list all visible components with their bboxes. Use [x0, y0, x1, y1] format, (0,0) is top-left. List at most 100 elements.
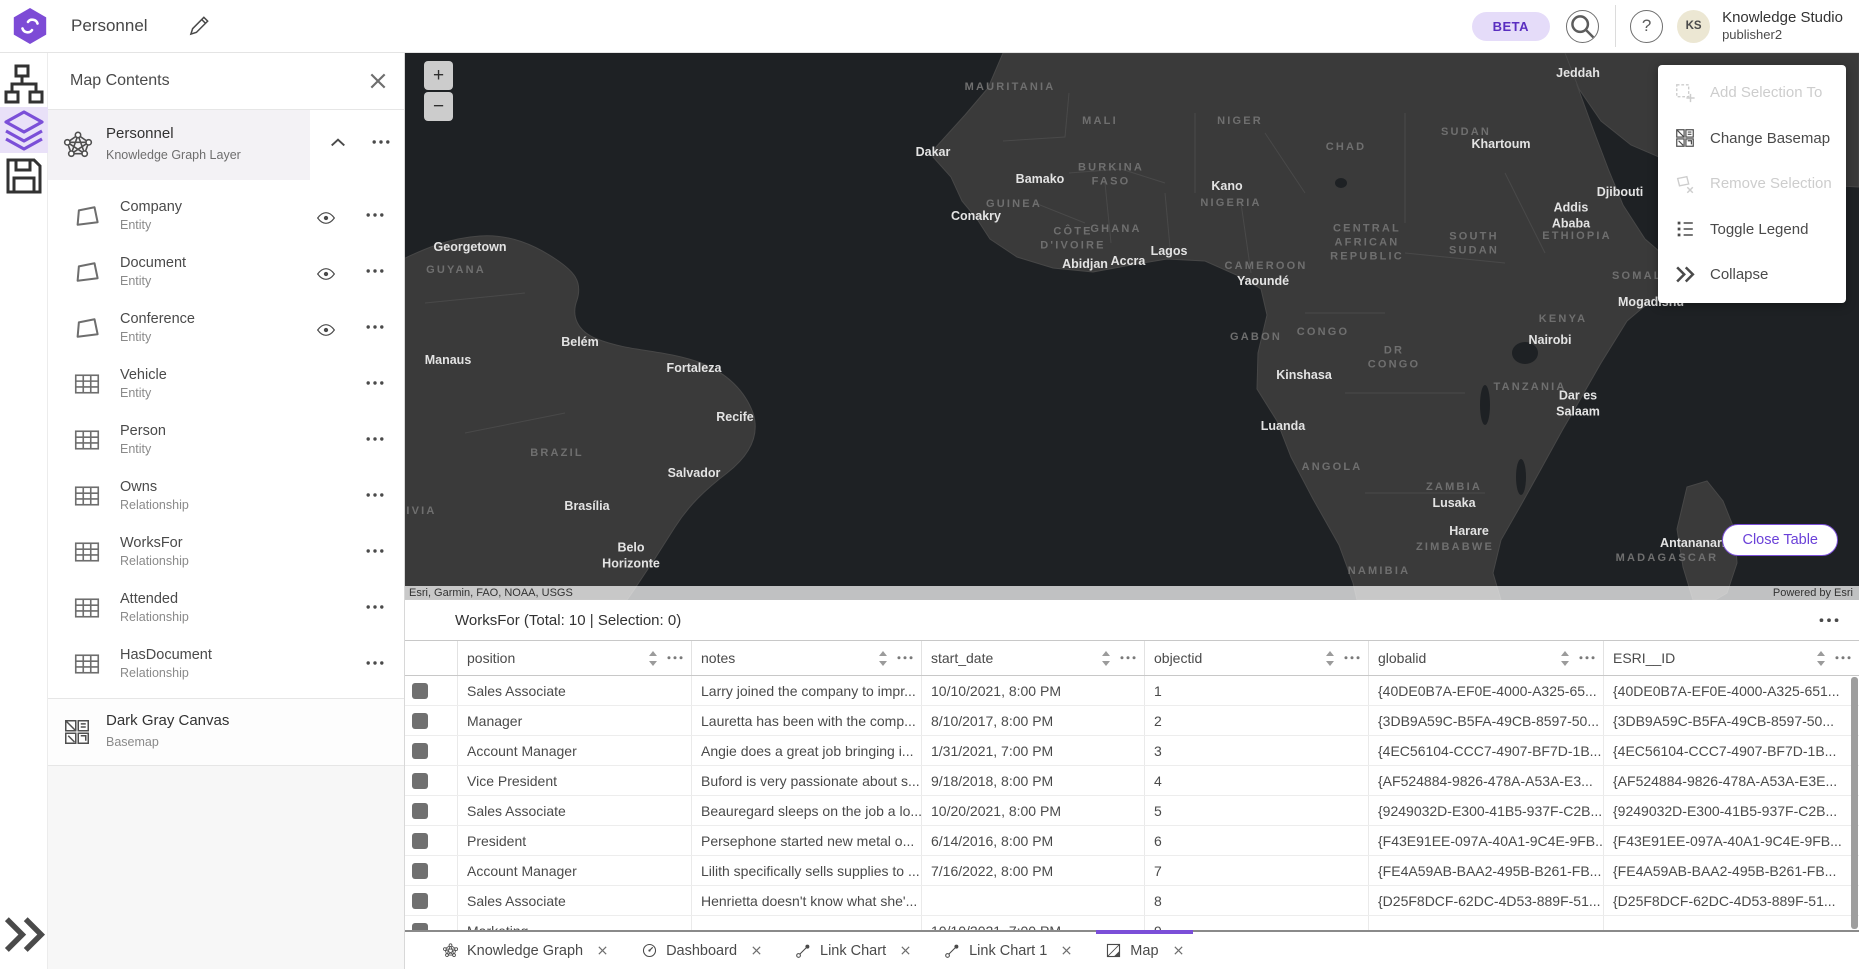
tab-knowledge-graph[interactable]: Knowledge Graph [439, 932, 611, 969]
row-checkbox[interactable] [412, 863, 428, 879]
cell-position: President [458, 826, 692, 855]
tab-link-chart[interactable]: Link Chart [792, 932, 914, 969]
visibility-eye-icon[interactable] [316, 208, 336, 228]
table-row[interactable]: Account ManagerLilith specifically sells… [405, 856, 1859, 886]
visibility-eye-icon[interactable] [316, 264, 336, 284]
layer-options-ellipsis-icon[interactable] [366, 381, 384, 385]
layer-row-conference[interactable]: ConferenceEntity [48, 300, 404, 356]
table-row[interactable]: Marketing10/10/2021, 7:00 PM9 [405, 916, 1859, 930]
layer-options-ellipsis-icon[interactable] [366, 493, 384, 497]
tab-link-chart-1[interactable]: Link Chart 1 [941, 932, 1075, 969]
column-options-ellipsis-icon[interactable] [667, 656, 683, 660]
column-header-objectid[interactable]: objectid [1145, 641, 1369, 675]
group-options-ellipsis-icon[interactable] [372, 140, 390, 144]
user-avatar[interactable]: KS [1677, 10, 1710, 43]
column-options-ellipsis-icon[interactable] [1344, 656, 1360, 660]
column-header-start_date[interactable]: start_date [922, 641, 1145, 675]
column-options-ellipsis-icon[interactable] [1120, 656, 1136, 660]
cell-position: Sales Associate [458, 796, 692, 825]
row-checkbox[interactable] [412, 923, 428, 931]
column-header-notes[interactable]: notes [692, 641, 922, 675]
layer-options-ellipsis-icon[interactable] [366, 437, 384, 441]
sort-arrows-icon[interactable] [878, 650, 888, 667]
collapse-icon [1674, 265, 1696, 284]
row-checkbox[interactable] [412, 893, 428, 909]
layer-row-document[interactable]: DocumentEntity [48, 244, 404, 300]
close-table-button[interactable]: Close Table [1722, 524, 1838, 556]
sort-arrows-icon[interactable] [1325, 650, 1335, 667]
column-header-ESRI__ID[interactable]: ESRI__ID [1604, 641, 1859, 675]
table-row[interactable]: PresidentPersephone started new metal o.… [405, 826, 1859, 856]
table-row[interactable]: Sales AssociateBeauregard sleeps on the … [405, 796, 1859, 826]
polygon-icon [72, 313, 102, 343]
layer-options-ellipsis-icon[interactable] [366, 661, 384, 665]
tab-dashboard[interactable]: Dashboard [638, 932, 765, 969]
menu-item-collapse[interactable]: Collapse [1658, 252, 1846, 298]
table-row[interactable]: Vice PresidentBuford is very passionate … [405, 766, 1859, 796]
layer-row-hasdocument[interactable]: HasDocumentRelationship [48, 636, 404, 692]
column-options-ellipsis-icon[interactable] [1579, 656, 1595, 660]
row-checkbox[interactable] [412, 803, 428, 819]
row-checkbox[interactable] [412, 833, 428, 849]
panel-close-icon[interactable] [368, 71, 388, 91]
layer-row-person[interactable]: PersonEntity [48, 412, 404, 468]
column-header-globalid[interactable]: globalid [1369, 641, 1604, 675]
sort-arrows-icon[interactable] [1816, 650, 1826, 667]
column-options-ellipsis-icon[interactable] [1835, 656, 1851, 660]
table-options-ellipsis-icon[interactable] [1819, 618, 1839, 622]
search-icon[interactable] [1566, 10, 1599, 43]
help-icon[interactable]: ? [1630, 10, 1663, 43]
sort-arrows-icon[interactable] [648, 650, 658, 667]
tab-close-icon[interactable] [1061, 945, 1072, 956]
row-checkbox[interactable] [412, 743, 428, 759]
table-row[interactable]: Account ManagerAngie does a great job br… [405, 736, 1859, 766]
cell-globalid: {D25F8DCF-62DC-4D53-889F-51... [1369, 886, 1604, 915]
zoom-out-button[interactable]: − [424, 92, 453, 121]
row-checkbox[interactable] [412, 713, 428, 729]
map-canvas[interactable]: MAURITANIAMALINIGERSUDANCHADBURKINA FASO… [405, 53, 1859, 600]
table-row[interactable]: Sales AssociateLarry joined the company … [405, 676, 1859, 706]
cell-objectid: 5 [1145, 796, 1369, 825]
menu-item-change-basemap[interactable]: Change Basemap [1658, 116, 1846, 162]
basemap-row[interactable]: Dark Gray Canvas Basemap [48, 699, 404, 765]
layer-row-company[interactable]: CompanyEntity [48, 188, 404, 244]
collapse-group-chevron-icon[interactable] [330, 138, 346, 147]
table-vertical-scrollbar[interactable] [1851, 677, 1858, 929]
layer-options-ellipsis-icon[interactable] [366, 269, 384, 273]
layer-options-ellipsis-icon[interactable] [366, 549, 384, 553]
layer-group-personnel[interactable]: Personnel Knowledge Graph Layer [48, 110, 404, 180]
rail-item-link-charts[interactable] [0, 61, 48, 107]
cell-notes: Angie does a great job bringing i... [692, 736, 922, 765]
tab-close-icon[interactable] [597, 945, 608, 956]
layer-options-ellipsis-icon[interactable] [366, 605, 384, 609]
sort-arrows-icon[interactable] [1101, 650, 1111, 667]
row-checkbox[interactable] [412, 683, 428, 699]
layer-row-attended[interactable]: AttendedRelationship [48, 580, 404, 636]
layer-row-worksfor[interactable]: WorksForRelationship [48, 524, 404, 580]
layer-row-owns[interactable]: OwnsRelationship [48, 468, 404, 524]
tab-close-icon[interactable] [1173, 945, 1184, 956]
layer-options-ellipsis-icon[interactable] [366, 325, 384, 329]
rail-item-save[interactable] [0, 153, 48, 199]
rail-item-layers[interactable] [0, 107, 48, 153]
zoom-in-button[interactable]: + [424, 61, 453, 90]
column-options-ellipsis-icon[interactable] [897, 656, 913, 660]
tab-close-icon[interactable] [900, 945, 911, 956]
row-checkbox[interactable] [412, 773, 428, 789]
expand-rail-chevrons-icon[interactable] [0, 914, 48, 955]
column-header-position[interactable]: position [458, 641, 692, 675]
sort-arrows-icon[interactable] [1560, 650, 1570, 667]
layer-row-vehicle[interactable]: VehicleEntity [48, 356, 404, 412]
attribution-sources: Esri, Garmin, FAO, NOAA, USGS [409, 587, 573, 599]
tab-map[interactable]: Map [1102, 932, 1186, 969]
menu-item-toggle-legend[interactable]: Toggle Legend [1658, 207, 1846, 253]
table-row[interactable]: Sales AssociateHenrietta doesn't know wh… [405, 886, 1859, 916]
cell-position: Account Manager [458, 856, 692, 885]
panel-filler [48, 765, 404, 969]
table-row[interactable]: ManagerLauretta has been with the comp..… [405, 706, 1859, 736]
tab-close-icon[interactable] [751, 945, 762, 956]
layer-options-ellipsis-icon[interactable] [366, 213, 384, 217]
visibility-eye-icon[interactable] [316, 320, 336, 340]
edit-title-pencil-icon[interactable] [186, 13, 212, 39]
cell-globalid: {40DE0B7A-EF0E-4000-A325-65... [1369, 676, 1604, 705]
